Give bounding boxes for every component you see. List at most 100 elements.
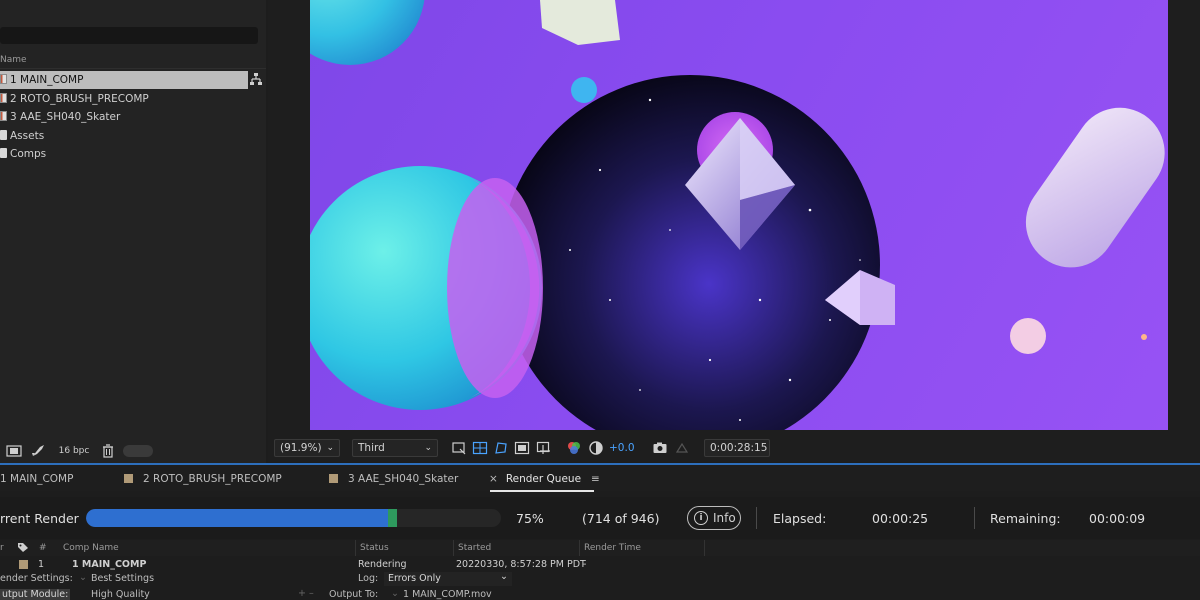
tab-render-queue[interactable]: × Render Queue ≡ xyxy=(489,471,600,487)
log-value: Errors Only xyxy=(388,573,441,584)
current-render-label: rrent Render xyxy=(0,511,79,526)
column-divider xyxy=(453,540,454,556)
chevron-down-icon: ⌄ xyxy=(424,443,432,453)
transparency-grid-icon[interactable] xyxy=(472,440,488,456)
column-divider xyxy=(579,540,580,556)
guides-icon[interactable] xyxy=(514,440,530,456)
render-column-header[interactable]: r xyxy=(0,543,4,553)
label-color-swatch xyxy=(329,474,338,483)
render-queue-item[interactable]: 1 1 MAIN_COMP Rendering 20220330, 8:57:2… xyxy=(0,557,1200,573)
project-folder-comps[interactable]: Comps xyxy=(0,145,248,163)
render-rocket-icon[interactable] xyxy=(30,444,46,458)
project-item-label: 2 ROTO_BRUSH_PRECOMP xyxy=(10,93,149,105)
grid-options-icon[interactable] xyxy=(536,440,552,456)
panel-menu-icon[interactable]: ≡ xyxy=(591,473,600,485)
render-queue-status: rrent Render 75% (714 of 946) i Info Ela… xyxy=(0,497,1200,539)
project-item-label: Comps xyxy=(10,148,47,160)
project-item-skater[interactable]: 3 AAE_SH040_Skater xyxy=(0,108,248,126)
remaining-value: 00:00:09 xyxy=(1089,511,1146,526)
project-name-column-header[interactable]: Name xyxy=(0,55,266,69)
tab-main-comp[interactable]: 1 MAIN_COMP xyxy=(0,471,73,487)
name-column-label: Name xyxy=(0,55,27,65)
magnification-dropdown[interactable]: (91.9%) ⌄ xyxy=(274,439,340,457)
current-time-display[interactable]: 0:00:28:15 xyxy=(704,439,770,457)
render-progress-tip xyxy=(388,509,397,527)
number-column-header[interactable]: # xyxy=(39,543,47,553)
output-module-value[interactable]: High Quality xyxy=(91,589,150,600)
tab-label: 2 ROTO_BRUSH_PRECOMP xyxy=(143,473,282,485)
output-to-label: Output To: xyxy=(329,589,379,600)
resolution-value: Third xyxy=(358,442,385,454)
item-comp-name: 1 MAIN_COMP xyxy=(72,559,147,570)
magnification-value: (91.9%) xyxy=(280,442,322,454)
active-tab-indicator xyxy=(490,490,594,492)
item-render-time: - xyxy=(583,559,587,570)
snapshot-camera-icon[interactable] xyxy=(652,440,668,456)
remaining-label: Remaining: xyxy=(990,511,1061,526)
flowchart-icon[interactable] xyxy=(249,72,263,86)
project-folder-assets[interactable]: Assets xyxy=(0,127,248,145)
frames-progress: (714 of 946) xyxy=(582,511,660,526)
elapsed-value: 00:00:25 xyxy=(872,511,929,526)
log-dropdown[interactable]: Errors Only ⌄ xyxy=(384,571,512,586)
composition-frame[interactable] xyxy=(310,0,1168,430)
project-item-main-comp[interactable]: 1 MAIN_COMP xyxy=(0,71,248,89)
label-color-swatch xyxy=(124,474,133,483)
show-snapshot-icon[interactable] xyxy=(674,440,690,456)
column-divider xyxy=(355,540,356,556)
region-of-interest-icon[interactable] xyxy=(451,440,467,456)
project-item-label: Assets xyxy=(10,130,45,142)
label-tag-icon[interactable] xyxy=(17,542,29,553)
new-comp-icon[interactable] xyxy=(6,444,22,458)
chevron-down-icon[interactable]: ⌄ xyxy=(79,572,87,583)
item-status: Rendering xyxy=(358,559,407,570)
rgb-channels-icon[interactable] xyxy=(566,440,582,456)
tab-skater[interactable]: 3 AAE_SH040_Skater xyxy=(329,471,458,487)
composition-icon xyxy=(0,74,7,84)
close-icon[interactable]: × xyxy=(489,473,498,485)
thumbnail-size-slider[interactable] xyxy=(123,445,153,457)
composition-icon xyxy=(0,93,7,103)
info-icon: i xyxy=(694,511,708,525)
render-progress-bar xyxy=(86,509,501,527)
output-module-row: utput Module: High Quality + – Output To… xyxy=(0,587,1200,600)
add-output-module-icon[interactable]: + – xyxy=(298,588,314,599)
resolution-dropdown[interactable]: Third ⌄ xyxy=(352,439,438,457)
render-settings-label: ender Settings: xyxy=(0,573,73,584)
info-button[interactable]: i Info xyxy=(687,506,741,530)
output-to-value[interactable]: 1 MAIN_COMP.mov xyxy=(403,589,492,600)
chevron-down-icon: ⌄ xyxy=(500,571,508,582)
tab-label: Render Queue xyxy=(505,473,582,485)
folder-icon xyxy=(0,148,7,158)
project-panel: Name 1 MAIN_COMP 2 ROTO_BRUSH_PRECOMP 3 … xyxy=(0,0,266,463)
log-label: Log: xyxy=(358,573,379,584)
project-footer: 16 bpc xyxy=(0,441,266,461)
project-search-input[interactable] xyxy=(0,27,258,44)
project-item-label: 1 MAIN_COMP xyxy=(10,74,84,86)
tab-roto-brush-precomp[interactable]: 2 ROTO_BRUSH_PRECOMP xyxy=(124,471,282,487)
project-item-label: 3 AAE_SH040_Skater xyxy=(10,111,121,123)
item-number: 1 xyxy=(38,559,45,570)
started-column-header[interactable]: Started xyxy=(458,543,491,553)
item-started: 20220330, 8:57:28 PM PDT xyxy=(456,559,586,570)
trash-icon[interactable] xyxy=(100,444,116,458)
divider xyxy=(974,507,975,529)
mask-path-icon[interactable] xyxy=(493,440,509,456)
folder-icon xyxy=(0,130,7,140)
project-item-roto-precomp[interactable]: 2 ROTO_BRUSH_PRECOMP xyxy=(0,90,248,108)
progress-percent: 75% xyxy=(516,511,544,526)
render-progress-fill xyxy=(86,509,388,527)
comp-name-column-header[interactable]: Comp Name xyxy=(63,543,119,553)
status-column-header[interactable]: Status xyxy=(360,543,389,553)
bit-depth-button[interactable]: 16 bpc xyxy=(54,444,94,458)
composition-render-image xyxy=(310,0,1165,430)
divider xyxy=(756,507,757,529)
exposure-value[interactable]: +0.0 xyxy=(609,440,635,456)
render-settings-value[interactable]: Best Settings xyxy=(91,573,154,584)
elapsed-label: Elapsed: xyxy=(773,511,827,526)
chevron-down-icon[interactable]: ⌄ xyxy=(391,588,399,599)
exposure-reset-icon[interactable] xyxy=(588,440,604,456)
render-time-column-header[interactable]: Render Time xyxy=(584,543,641,553)
label-color-swatch[interactable] xyxy=(19,560,28,569)
timecode-value: 0:00:28:15 xyxy=(710,442,768,454)
